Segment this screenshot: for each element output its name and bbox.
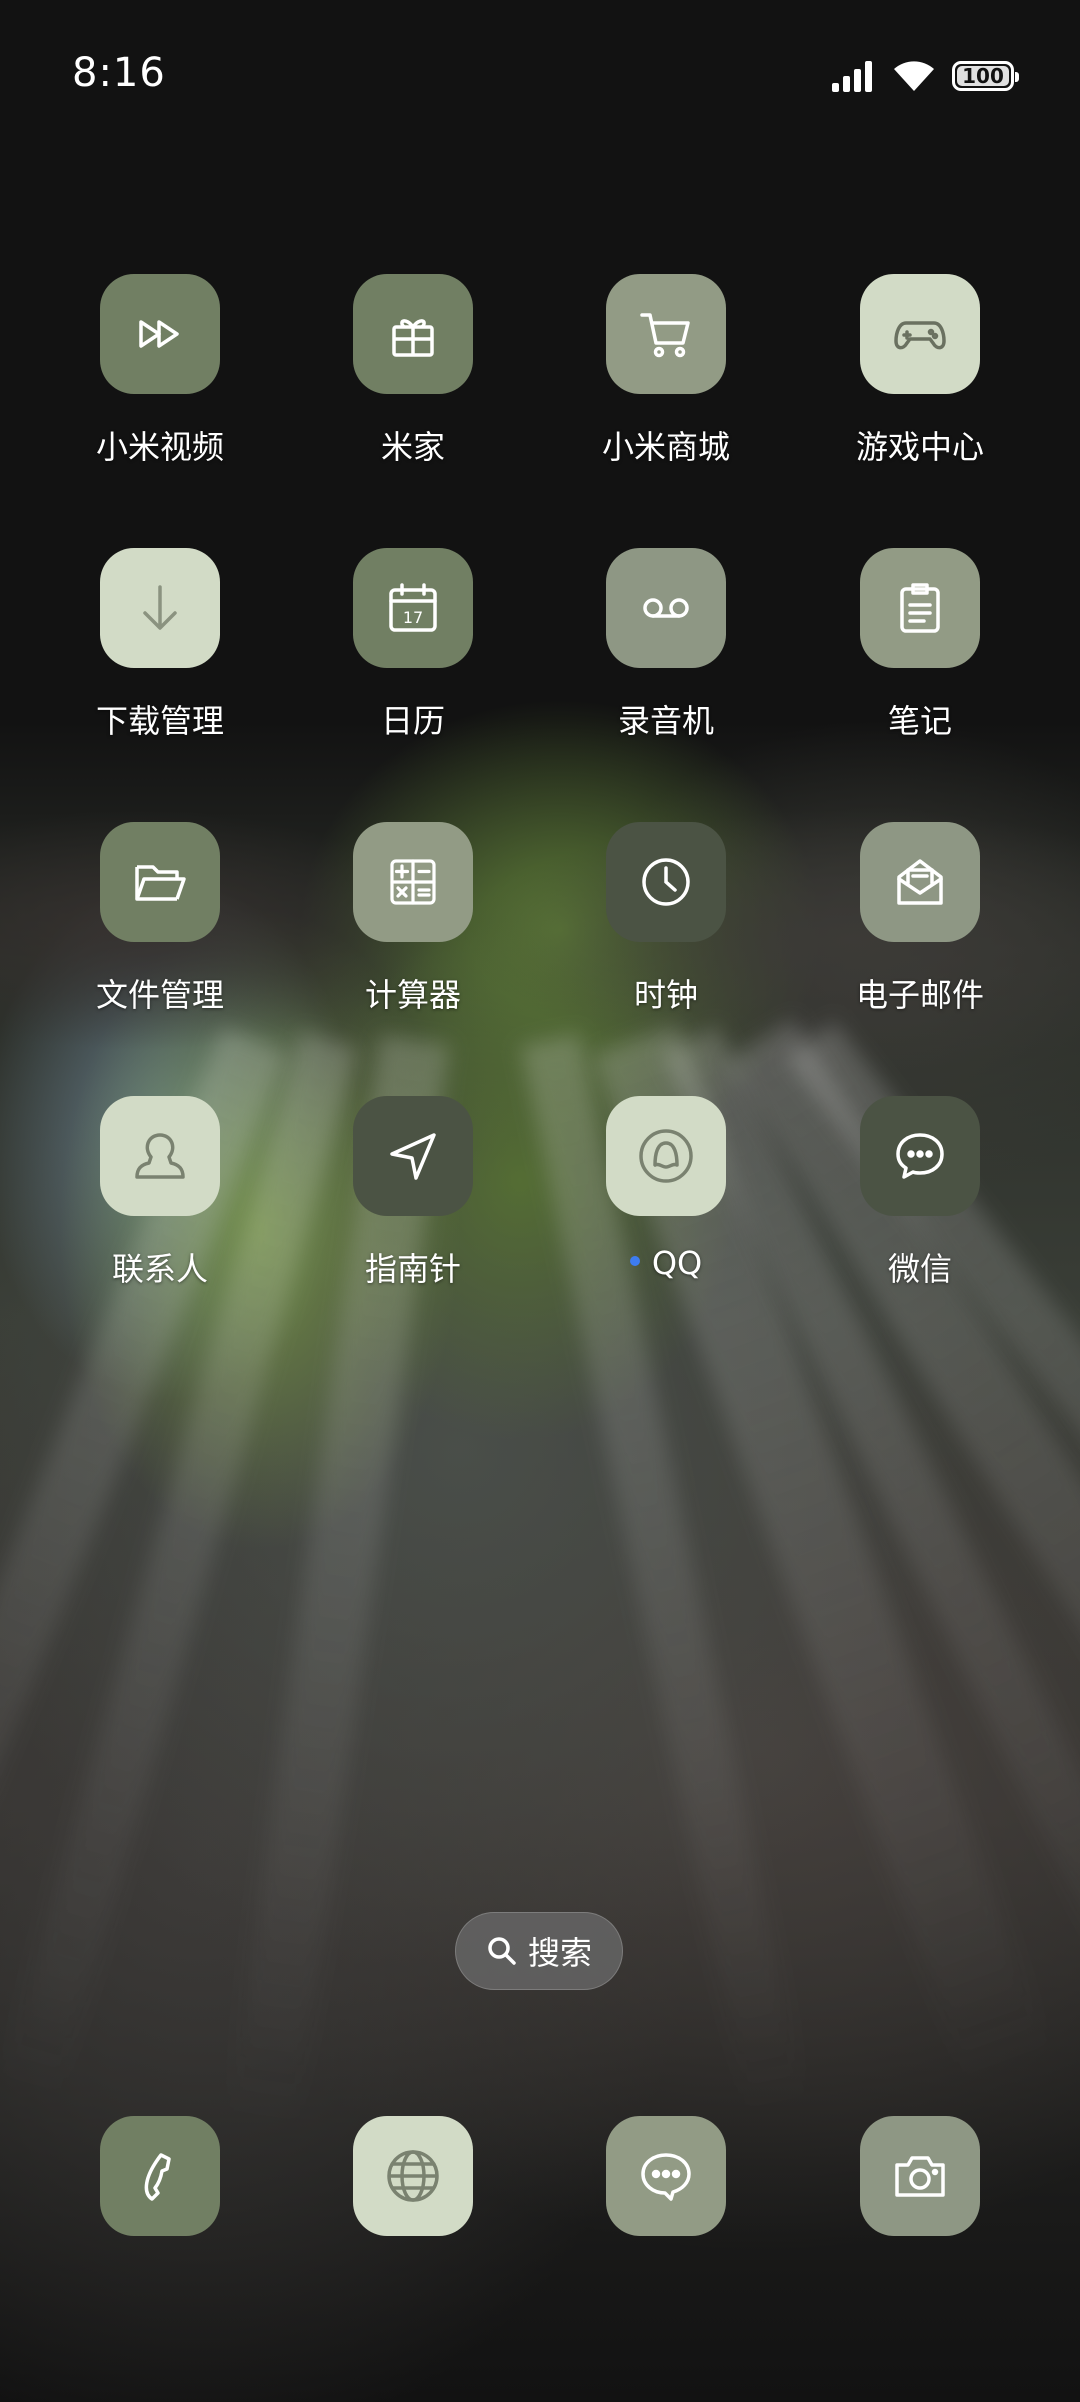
new-badge-dot [629, 1256, 640, 1266]
status-icons: 100 [830, 56, 1019, 96]
app-label: 游戏中心 [855, 428, 984, 466]
clock-icon [606, 822, 726, 942]
gamepad-icon [860, 274, 980, 394]
app-label: 小米视频 [95, 428, 224, 466]
qq-icon [606, 1096, 726, 1216]
app-file-manager[interactable]: 文件管理 [50, 820, 270, 1020]
app-qq[interactable]: QQ [556, 1094, 776, 1294]
calculator-icon [353, 822, 473, 942]
app-label: 时钟 [633, 976, 698, 1014]
dock-messages[interactable] [556, 2116, 776, 2316]
message-icon [606, 2116, 726, 2236]
app-label: QQ [556, 1244, 776, 1282]
app-notes[interactable]: 笔记 [810, 546, 1030, 746]
chat-bubble-icon [860, 1096, 980, 1216]
svg-text:17: 17 [403, 608, 423, 627]
app-mi-store[interactable]: 小米商城 [556, 272, 776, 472]
app-mijia[interactable]: 米家 [303, 272, 523, 472]
app-label: 联系人 [111, 1250, 208, 1288]
contact-icon [100, 1096, 220, 1216]
clipboard-icon [860, 548, 980, 668]
app-calculator[interactable]: 计算器 [303, 820, 523, 1020]
dock [0, 2116, 1080, 2240]
gift-icon [353, 274, 473, 394]
search-label: 搜索 [527, 1934, 592, 1972]
app-label: 小米商城 [601, 428, 730, 466]
dock-phone[interactable] [50, 2116, 270, 2316]
app-label: 电子邮件 [855, 976, 984, 1014]
app-label: 指南针 [364, 1250, 461, 1288]
app-wechat[interactable]: 微信 [810, 1094, 1030, 1294]
wifi-icon [894, 61, 934, 91]
voicemail-icon [606, 548, 726, 668]
app-label: 笔记 [887, 702, 952, 740]
app-clock[interactable]: 时钟 [556, 820, 776, 1020]
dock-browser[interactable] [303, 2116, 523, 2316]
cart-icon [606, 274, 726, 394]
dock-camera[interactable] [810, 2116, 1030, 2316]
phone-icon [100, 2116, 220, 2236]
status-bar: 8:16 100 [0, 0, 1080, 150]
signal-icon [832, 61, 872, 92]
app-label: 日历 [380, 702, 445, 740]
battery-icon: 100 [952, 61, 1019, 91]
app-mi-video[interactable]: 小米视频 [50, 272, 270, 472]
globe-icon [353, 2116, 473, 2236]
app-recorder[interactable]: 录音机 [556, 546, 776, 746]
search-button[interactable]: 搜索 [455, 1912, 623, 1990]
app-label: 录音机 [617, 702, 714, 740]
compass-icon [353, 1096, 473, 1216]
status-time: 8:16 [72, 50, 166, 96]
app-calendar[interactable]: 17 日历 [303, 546, 523, 746]
app-label: 下载管理 [95, 702, 224, 740]
app-label-text: QQ [651, 1244, 703, 1282]
app-email[interactable]: 电子邮件 [810, 820, 1030, 1020]
app-contacts[interactable]: 联系人 [50, 1094, 270, 1294]
mail-icon [860, 822, 980, 942]
app-label: 文件管理 [95, 976, 224, 1014]
app-game-center[interactable]: 游戏中心 [810, 272, 1030, 472]
download-icon [100, 548, 220, 668]
app-downloads[interactable]: 下载管理 [50, 546, 270, 746]
search-icon [488, 1937, 516, 1965]
app-compass[interactable]: 指南针 [303, 1094, 523, 1294]
battery-level: 100 [962, 64, 1004, 88]
app-label: 米家 [380, 428, 445, 466]
fast-forward-icon [100, 274, 220, 394]
camera-icon [860, 2116, 980, 2236]
app-label: 计算器 [364, 976, 461, 1014]
calendar-icon: 17 [353, 548, 473, 668]
app-label: 微信 [887, 1250, 952, 1288]
folder-icon [100, 822, 220, 942]
